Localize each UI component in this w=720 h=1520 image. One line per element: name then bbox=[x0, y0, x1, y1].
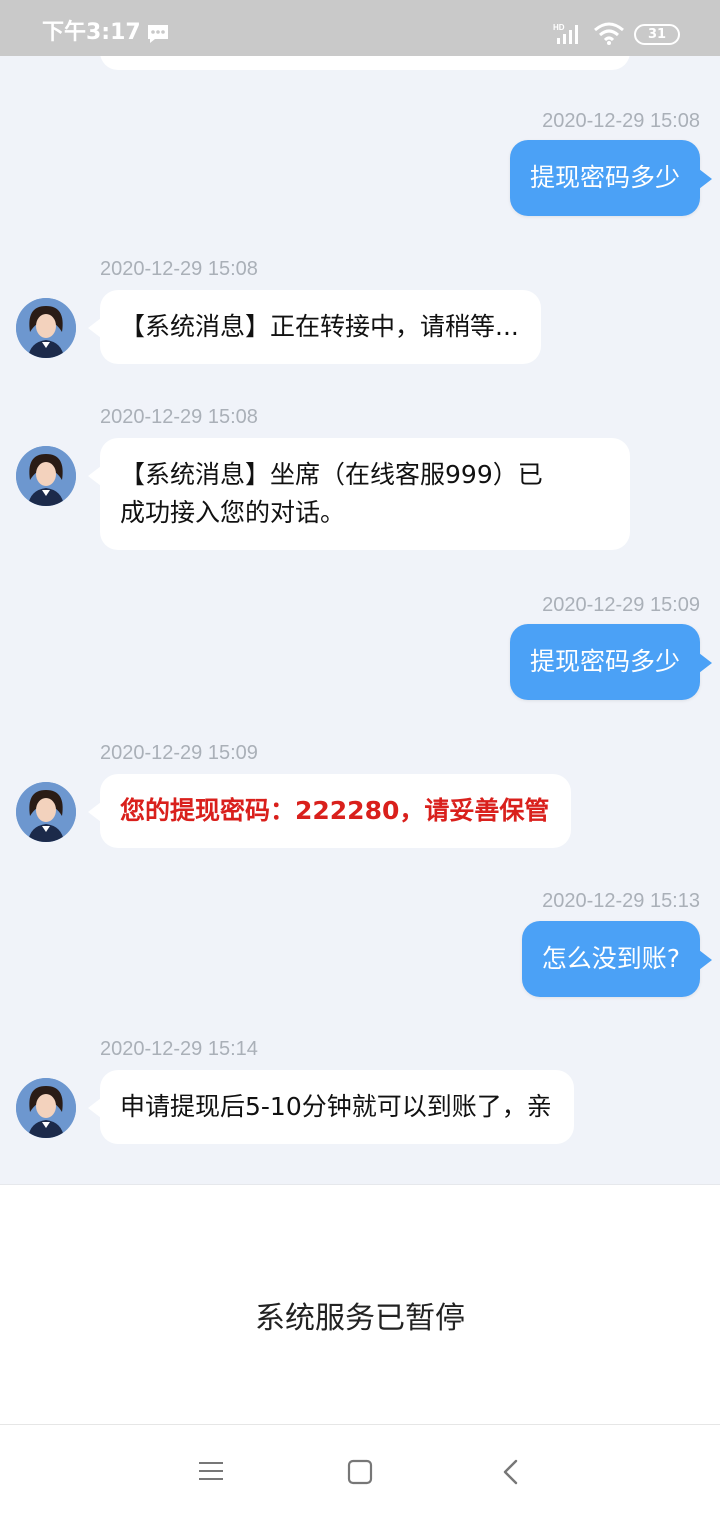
service-paused-notice: 系统服务已暂停 bbox=[255, 1301, 465, 1336]
wifi-icon bbox=[593, 22, 625, 50]
incoming-message-bubble[interactable]: 【系统消息】正在转接中，请稍等... bbox=[88, 290, 541, 364]
message-timestamp: 2020-12-29 15:09 bbox=[100, 742, 258, 764]
home-icon[interactable] bbox=[347, 1459, 373, 1489]
outgoing-message-bubble[interactable]: 提现密码多少 bbox=[509, 140, 713, 216]
message-timestamp: 2020-12-29 15:08 bbox=[100, 406, 258, 428]
agent-avatar[interactable] bbox=[16, 446, 76, 506]
system-nav-bar bbox=[0, 1424, 720, 1520]
status-bar: 下午3:17 HD 31 bbox=[0, 0, 720, 56]
previous-message-bubble bbox=[100, 56, 630, 70]
message-timestamp: 2020-12-29 15:08 bbox=[542, 110, 700, 132]
incoming-message-bubble[interactable]: 申请提现后5-10分钟就可以到账了，亲 bbox=[88, 1070, 574, 1144]
agent-avatar[interactable] bbox=[16, 298, 76, 358]
signal-icon: HD bbox=[553, 22, 583, 50]
menu-icon[interactable] bbox=[198, 1459, 224, 1487]
network-label: HD bbox=[553, 23, 565, 32]
outgoing-message-bubble[interactable]: 提现密码多少 bbox=[509, 624, 713, 700]
back-icon[interactable] bbox=[500, 1459, 522, 1489]
agent-avatar[interactable] bbox=[16, 1078, 76, 1138]
message-timestamp: 2020-12-29 15:13 bbox=[542, 890, 700, 912]
outgoing-message-bubble[interactable]: 怎么没到账? bbox=[521, 921, 713, 997]
agent-avatar[interactable] bbox=[16, 782, 76, 842]
message-text-line: 成功接入您的对话。 bbox=[120, 498, 346, 527]
battery-icon: 31 bbox=[634, 24, 680, 45]
incoming-message-bubble[interactable]: 您的提现密码：222280，请妥善保管 bbox=[87, 774, 572, 848]
status-time: 下午3:17 bbox=[42, 20, 141, 45]
incoming-message-bubble[interactable]: 【系统消息】坐席（在线客服999）已 成功接入您的对话。 bbox=[88, 438, 630, 550]
message-timestamp: 2020-12-29 15:14 bbox=[100, 1038, 258, 1060]
message-timestamp: 2020-12-29 15:08 bbox=[100, 258, 258, 280]
chat-area[interactable]: 2020-12-29 15:08 提现密码多少 2020-12-29 15:08… bbox=[0, 56, 720, 1184]
message-timestamp: 2020-12-29 15:09 bbox=[542, 594, 700, 616]
message-text-line: 【系统消息】坐席（在线客服999）已 bbox=[120, 460, 543, 489]
input-footer: 系统服务已暂停 bbox=[0, 1184, 720, 1424]
message-icon bbox=[146, 24, 170, 48]
